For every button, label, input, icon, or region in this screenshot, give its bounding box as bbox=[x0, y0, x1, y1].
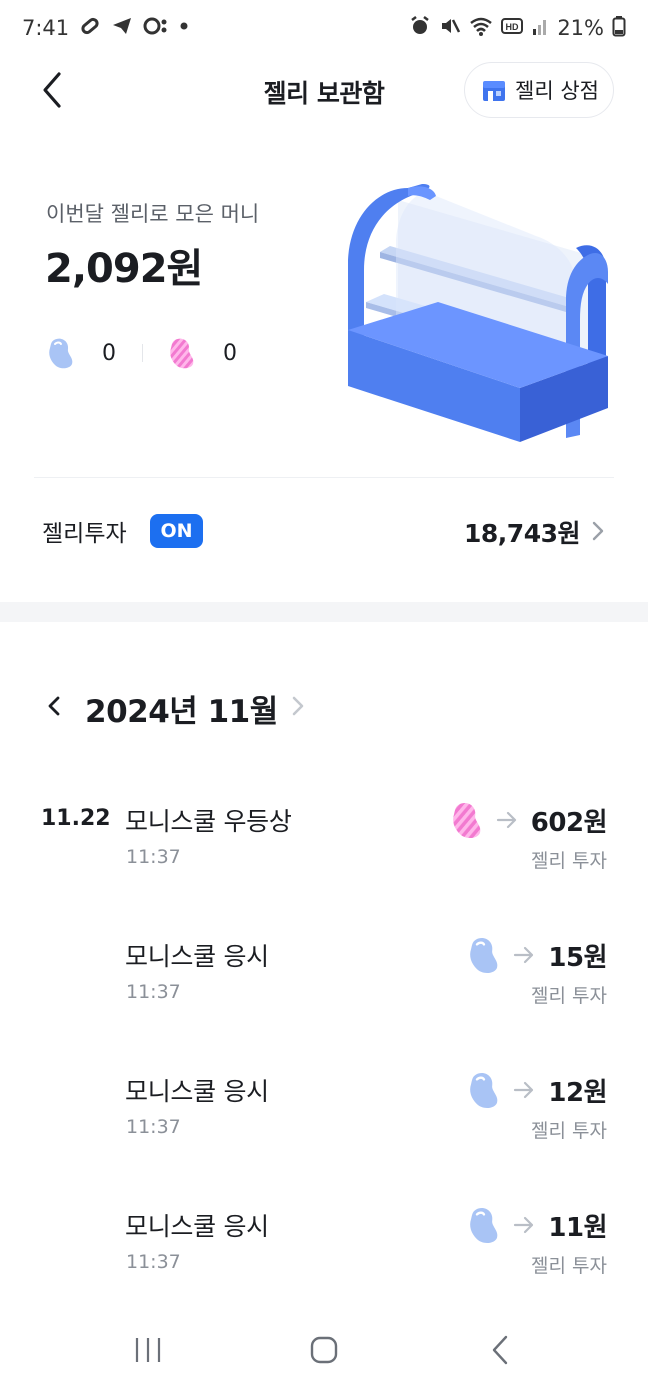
status-time: 7:41 bbox=[22, 16, 70, 40]
tx-right: 11원 bbox=[466, 1205, 607, 1245]
chevron-left-icon bbox=[48, 696, 60, 716]
arrow-right-icon bbox=[512, 1080, 538, 1100]
tx-amount: 11원 bbox=[548, 1212, 607, 1243]
chevron-right-icon bbox=[292, 696, 304, 716]
tx-title: 모니스쿨 우등상 bbox=[125, 807, 292, 836]
pink-jelly-count-item: 0 bbox=[167, 336, 237, 370]
tx-type: 젤리 투자 bbox=[531, 985, 607, 1007]
summary-amount: 2,092원 bbox=[45, 246, 203, 292]
battery-percent: 21% bbox=[557, 16, 604, 40]
tx-title: 모니스쿨 응시 bbox=[125, 1212, 269, 1241]
tx-type: 젤리 투자 bbox=[531, 850, 607, 872]
blue-jelly-icon bbox=[470, 1073, 498, 1108]
svg-text:HD: HD bbox=[506, 22, 519, 32]
count-divider bbox=[142, 344, 143, 362]
tx-title: 모니스쿨 응시 bbox=[125, 942, 269, 971]
blue-jelly-icon bbox=[470, 1208, 498, 1243]
jelly-counts: 0 0 bbox=[46, 336, 237, 370]
prev-month-button[interactable] bbox=[40, 690, 68, 722]
jelly-invest-label: 젤리투자 bbox=[42, 521, 127, 547]
next-month-button[interactable] bbox=[286, 690, 310, 722]
month-nav: 2024년 11월 bbox=[0, 680, 648, 732]
transaction-list: 11.22 모니스쿨 우등상 11:37 602원 젤리 투자 모니스쿨 응시 … bbox=[0, 790, 648, 1330]
pink-jelly-count: 0 bbox=[223, 340, 237, 366]
monthly-summary: 이번달 젤리로 모은 머니 2,092원 0 0 bbox=[0, 170, 648, 470]
recent-apps-icon bbox=[135, 1338, 161, 1362]
back-icon bbox=[492, 1335, 508, 1365]
home-icon bbox=[310, 1336, 338, 1364]
dot-icon bbox=[179, 15, 189, 41]
telegram-icon bbox=[111, 15, 133, 41]
jelly-store-label: 젤리 상점 bbox=[515, 79, 599, 103]
jelly-store-button[interactable]: 젤리 상점 bbox=[464, 62, 614, 118]
recent-apps-button[interactable] bbox=[118, 1320, 178, 1380]
mute-icon bbox=[439, 15, 461, 41]
system-back-button[interactable] bbox=[470, 1320, 530, 1380]
hd-icon: HD bbox=[501, 15, 524, 41]
status-badge: ON bbox=[150, 514, 203, 548]
store-icon bbox=[483, 81, 506, 101]
tx-type: 젤리 투자 bbox=[531, 1120, 607, 1142]
jelly-invest-row[interactable]: 젤리투자 ON 18,743원 bbox=[0, 500, 648, 562]
arrow-right-icon bbox=[512, 1215, 538, 1235]
tx-amount: 12원 bbox=[548, 1077, 607, 1108]
link-icon bbox=[79, 15, 101, 41]
blue-jelly-count: 0 bbox=[102, 340, 116, 366]
section-divider bbox=[34, 477, 614, 478]
signal-icon bbox=[531, 15, 549, 41]
status-bar: 7:41 HD 21% bbox=[0, 0, 648, 56]
tx-date: 11.22 bbox=[41, 806, 111, 831]
home-button[interactable] bbox=[294, 1320, 354, 1380]
tx-type: 젤리 투자 bbox=[531, 1255, 607, 1277]
app-header: 젤리 보관함 젤리 상점 bbox=[0, 56, 648, 128]
pink-jelly-icon bbox=[170, 338, 194, 369]
tx-amount: 15원 bbox=[548, 942, 607, 973]
arrow-right-icon bbox=[495, 810, 521, 830]
list-item[interactable]: 모니스쿨 응시 11:37 12원 젤리 투자 bbox=[0, 1060, 648, 1195]
tx-right: 12원 bbox=[466, 1070, 607, 1110]
wifi-icon bbox=[469, 15, 493, 41]
chevron-right-icon bbox=[592, 520, 604, 546]
tx-title: 모니스쿨 응시 bbox=[125, 1077, 269, 1106]
jelly-invest-amount: 18,743원 bbox=[464, 519, 580, 548]
list-item[interactable]: 모니스쿨 응시 11:37 15원 젤리 투자 bbox=[0, 925, 648, 1060]
tx-time: 11:37 bbox=[126, 981, 181, 1003]
blue-jelly-icon bbox=[49, 338, 73, 369]
blue-jelly-count-item: 0 bbox=[46, 336, 116, 370]
blue-jelly-icon bbox=[470, 938, 498, 973]
list-item[interactable]: 11.22 모니스쿨 우등상 11:37 602원 젤리 투자 bbox=[0, 790, 648, 925]
battery-icon bbox=[612, 15, 626, 41]
summary-label: 이번달 젤리로 모은 머니 bbox=[46, 202, 260, 226]
status-right: HD 21% bbox=[409, 15, 626, 41]
tx-time: 11:37 bbox=[126, 1116, 181, 1138]
section-divider-thick bbox=[0, 602, 648, 622]
showcase-illustration bbox=[338, 180, 618, 454]
arrow-right-icon bbox=[512, 945, 538, 965]
app-icon bbox=[143, 15, 169, 41]
tx-amount: 602원 bbox=[530, 807, 608, 838]
tx-right: 15원 bbox=[466, 935, 607, 975]
pink-jelly-icon bbox=[452, 803, 481, 838]
tx-time: 11:37 bbox=[126, 846, 181, 868]
tx-right: 602원 bbox=[449, 800, 608, 840]
alarm-icon bbox=[409, 15, 431, 41]
system-nav-bar bbox=[0, 1310, 648, 1390]
status-left: 7:41 bbox=[22, 15, 189, 41]
tx-time: 11:37 bbox=[126, 1251, 181, 1273]
month-label: 2024년 11월 bbox=[85, 694, 278, 730]
